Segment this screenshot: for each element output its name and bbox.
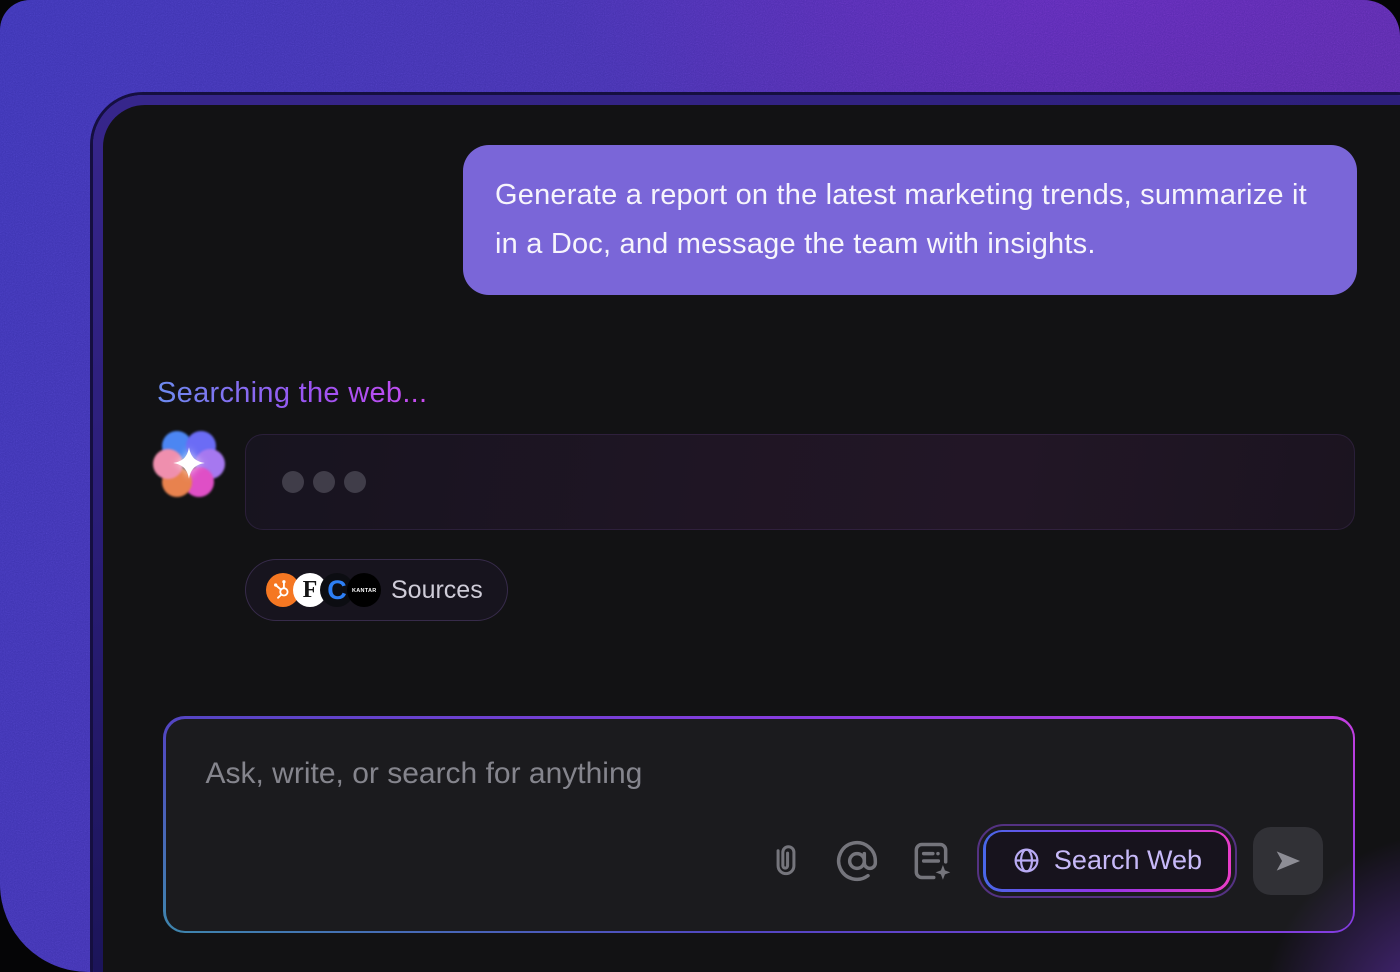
sources-chip[interactable]: F C KANTAR Sources <box>245 559 508 621</box>
loading-dot <box>344 471 366 493</box>
composer-container: Search Web <box>163 716 1355 933</box>
forbes-letter: F <box>303 577 318 604</box>
composer-actions: Search Web <box>767 827 1322 895</box>
paperclip-icon <box>767 841 805 881</box>
user-message-text: Generate a report on the latest marketin… <box>495 171 1325 269</box>
at-sign-icon <box>835 839 879 883</box>
composer: Search Web <box>166 719 1353 931</box>
search-web-label: Search Web <box>1054 845 1202 876</box>
c-letter: C <box>327 575 347 606</box>
globe-icon <box>1012 846 1041 875</box>
kantar-letter: KANTAR <box>352 587 376 593</box>
ai-flower-icon <box>153 427 225 499</box>
sparkle-diamond-icon <box>171 444 207 482</box>
screenshot-root: Generate a report on the latest marketin… <box>0 0 1400 972</box>
attachment-button[interactable] <box>767 841 805 881</box>
doc-sparkle-icon <box>909 839 953 883</box>
app-window-frame: Generate a report on the latest marketin… <box>93 95 1400 972</box>
send-icon <box>1271 844 1305 878</box>
sources-chip-label: Sources <box>391 576 483 605</box>
chat-window: Generate a report on the latest marketin… <box>103 105 1400 972</box>
search-web-button[interactable]: Search Web <box>983 830 1230 892</box>
composer-input[interactable] <box>166 719 1353 829</box>
assistant-loading-card <box>245 434 1355 530</box>
user-message-bubble: Generate a report on the latest marketin… <box>463 145 1357 295</box>
template-button[interactable] <box>909 839 953 883</box>
kantar-favicon: KANTAR <box>347 573 381 607</box>
loading-dot <box>313 471 335 493</box>
mention-button[interactable] <box>835 839 879 883</box>
status-text: Searching the web... <box>157 377 427 410</box>
search-web-focus-ring: Search Web <box>983 830 1230 892</box>
hubspot-sprocket-icon <box>272 579 294 601</box>
send-button[interactable] <box>1253 827 1323 895</box>
loading-dot <box>282 471 304 493</box>
